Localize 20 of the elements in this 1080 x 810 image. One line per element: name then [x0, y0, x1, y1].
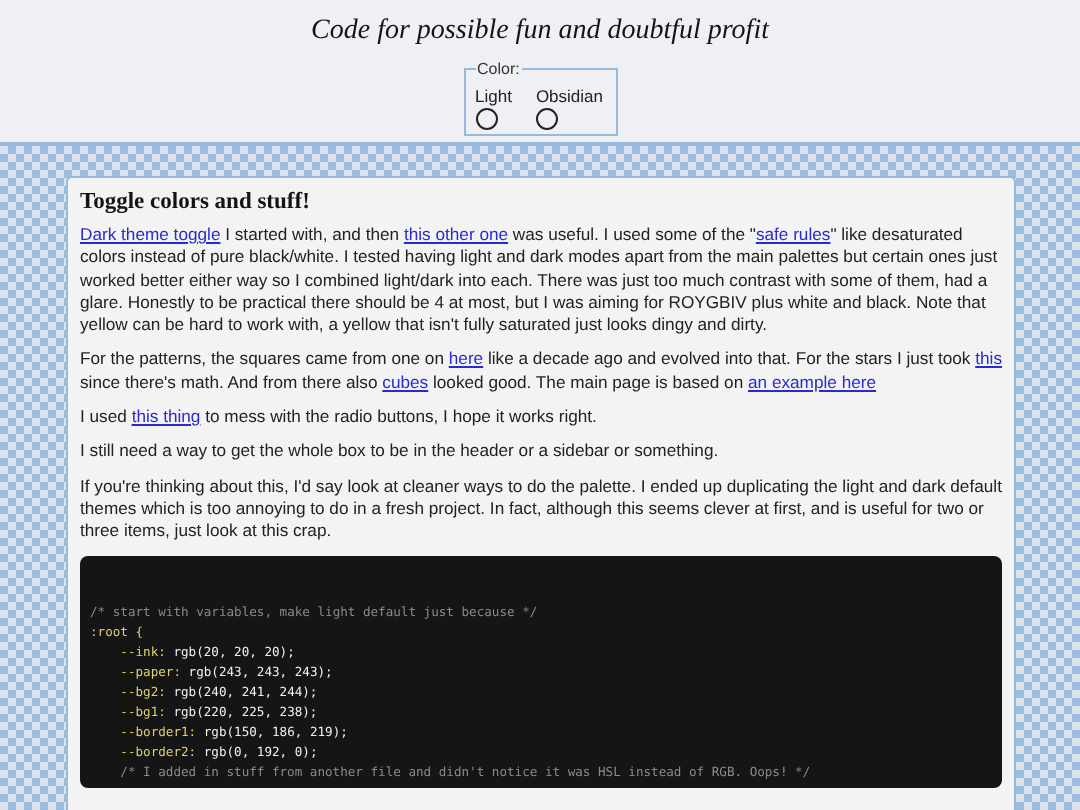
paragraph: For the patterns, the squares came from one on here like a decade ago and evolved into that. For the stars I just took this since there's math. And from there also cubes looked good. The main page is based on an example here — [80, 348, 1002, 395]
paragraph: I used this thing to mess with the radio buttons, I hope it works right. — [80, 406, 599, 429]
link[interactable]: this thing — [131, 406, 201, 427]
radio-button[interactable] — [535, 108, 558, 130]
link[interactable]: cubes — [382, 371, 429, 392]
radio-label: Light — [475, 86, 512, 106]
link[interactable]: this other one — [403, 224, 509, 244]
link[interactable]: this — [975, 348, 1002, 369]
radio-button[interactable] — [475, 108, 497, 130]
site-title: Code for possible fun and doubtful profit — [311, 16, 769, 48]
radio-label: Obsidian — [535, 86, 603, 106]
link[interactable]: safe rules — [755, 224, 831, 244]
link[interactable]: an example here — [748, 371, 877, 392]
paragraph: I still need a way to get the whole box to be in the header or a sidebar or something. — [80, 440, 721, 464]
link[interactable]: here — [448, 348, 484, 369]
picker-legend: Color: — [475, 60, 522, 78]
article-heading: Toggle colors and stuff! — [80, 190, 312, 214]
paragraph: If you're thinking about this, I'd say look at cleaner ways to do the palette. I ended up duplicating the light and dark default themes which is too annoying to do in a fresh project. In fact, although this seems clever at first, and is useful for two or three items, just look at this crap. — [80, 475, 1002, 544]
link[interactable]: Dark theme toggle — [80, 224, 221, 244]
paragraph: Dark theme toggle I started with, and then this other one was useful. I used some of the "safe rules" like desaturated colors instead of pure black/white. I tested having light and dark modes apart from the main palettes but certain ones just worked better either way so I combined light/dark into each. There was just too much contrast with some of them, had a glare. Honestly to be practical there should be 4 at most, but I was aiming for ROYGBIV plus white and black. Note that yellow can be hard to work with, a yellow that isn't fully saturated just looks dingy and dirty. — [80, 224, 1000, 337]
